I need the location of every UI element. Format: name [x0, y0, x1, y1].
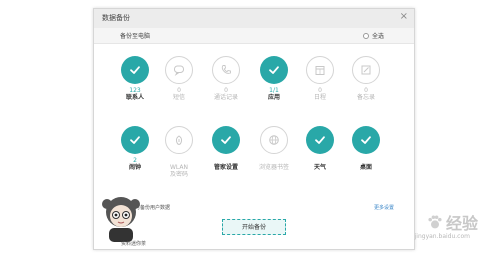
backup-item[interactable]: 0 短信: [157, 56, 201, 101]
close-button[interactable]: ×: [400, 11, 408, 23]
select-all-toggle[interactable]: 全选: [362, 31, 384, 40]
message-icon: [173, 64, 185, 76]
dialog-title: 数据备份: [102, 14, 130, 22]
backup-item-label: 桌面: [359, 164, 372, 171]
backup-item[interactable]: 0 日程: [298, 56, 342, 101]
backup-item-toggle[interactable]: [352, 126, 380, 154]
backup-item-count: [252, 157, 296, 164]
check-icon: [128, 63, 142, 77]
backup-item-toggle[interactable]: [121, 126, 149, 154]
backup-item-label: 通话记录: [213, 94, 238, 101]
calendar-icon: [314, 64, 326, 76]
backup-item-label: 联系人: [125, 94, 144, 101]
backup-item-count: 0: [364, 87, 368, 94]
backup-item-count: 0: [224, 87, 228, 94]
backup-item-count: 1/1: [269, 87, 279, 94]
backup-item[interactable]: 0 通话记录: [204, 56, 248, 101]
title-bar: 数据备份 ×: [94, 9, 414, 29]
backup-item-count: [344, 157, 388, 164]
backup-item-count: [204, 157, 248, 164]
note-icon: [360, 64, 372, 76]
backup-item-label: 闹钟: [128, 164, 141, 171]
check-icon: [267, 63, 281, 77]
phone-icon: [220, 64, 232, 76]
backup-item-count: 2: [133, 157, 137, 164]
backup-item-label: WLAN 及密码: [169, 164, 188, 178]
backup-item-count: 123: [129, 87, 141, 94]
backup-item[interactable]: WLAN 及密码: [157, 126, 201, 178]
backup-item-label: 日程: [313, 94, 326, 101]
wifi-icon: [173, 134, 185, 146]
backup-item[interactable]: 天气: [298, 126, 342, 171]
check-icon: [313, 133, 327, 147]
check-icon: [359, 133, 373, 147]
backup-item-toggle[interactable]: [260, 126, 288, 154]
backup-item[interactable]: 管家设置: [204, 126, 248, 171]
backup-item-toggle[interactable]: [260, 56, 288, 84]
backup-item[interactable]: 桌面: [344, 126, 388, 171]
backup-item[interactable]: 123 联系人: [113, 56, 157, 101]
backup-item-toggle[interactable]: [165, 126, 193, 154]
more-settings-link[interactable]: 更多设置: [374, 204, 394, 211]
backup-item-toggle[interactable]: [212, 56, 240, 84]
backup-item[interactable]: 1/1 应用: [252, 56, 296, 101]
backup-item-count: [157, 157, 201, 164]
paw-logo-icon: [428, 215, 442, 229]
backup-item-toggle[interactable]: [306, 126, 334, 154]
backup-item[interactable]: 0 备忘录: [344, 56, 388, 101]
select-all-label: 全选: [371, 33, 384, 40]
backup-item-label: 短信: [172, 94, 185, 101]
watermark: 经验: [427, 210, 478, 234]
watermark-text: 经验: [445, 214, 478, 233]
backup-item-toggle[interactable]: [212, 126, 240, 154]
mascot-caption: 资料迷你茶: [121, 241, 147, 247]
watermark-url: jingyan.baidu.com: [414, 233, 470, 240]
backup-item[interactable]: 浏览器书签: [252, 126, 296, 171]
backup-item-label: 管家设置: [213, 164, 238, 171]
globe-icon: [268, 134, 280, 146]
backup-item-label: 天气: [313, 164, 326, 171]
backup-item-label: 备忘录: [356, 94, 375, 101]
backup-item-label: 应用: [267, 94, 280, 101]
backup-item[interactable]: 2 闹钟: [113, 126, 157, 171]
check-icon: [219, 133, 233, 147]
backup-item-count: 0: [177, 87, 181, 94]
backup-item-toggle[interactable]: [306, 56, 334, 84]
backup-item-count: [298, 157, 342, 164]
select-all-radio[interactable]: [362, 32, 369, 39]
start-backup-button[interactable]: 开始备份: [222, 219, 286, 235]
backup-item-toggle[interactable]: [352, 56, 380, 84]
backup-target-label: 备份至电脑: [120, 33, 151, 40]
backup-target-bar: 备份至电脑 全选: [94, 28, 414, 44]
backup-item-count: 0: [318, 87, 322, 94]
backup-item-label: 浏览器书签: [258, 164, 289, 171]
check-icon: [128, 133, 142, 147]
backup-item-toggle[interactable]: [121, 56, 149, 84]
backup-item-toggle[interactable]: [165, 56, 193, 84]
